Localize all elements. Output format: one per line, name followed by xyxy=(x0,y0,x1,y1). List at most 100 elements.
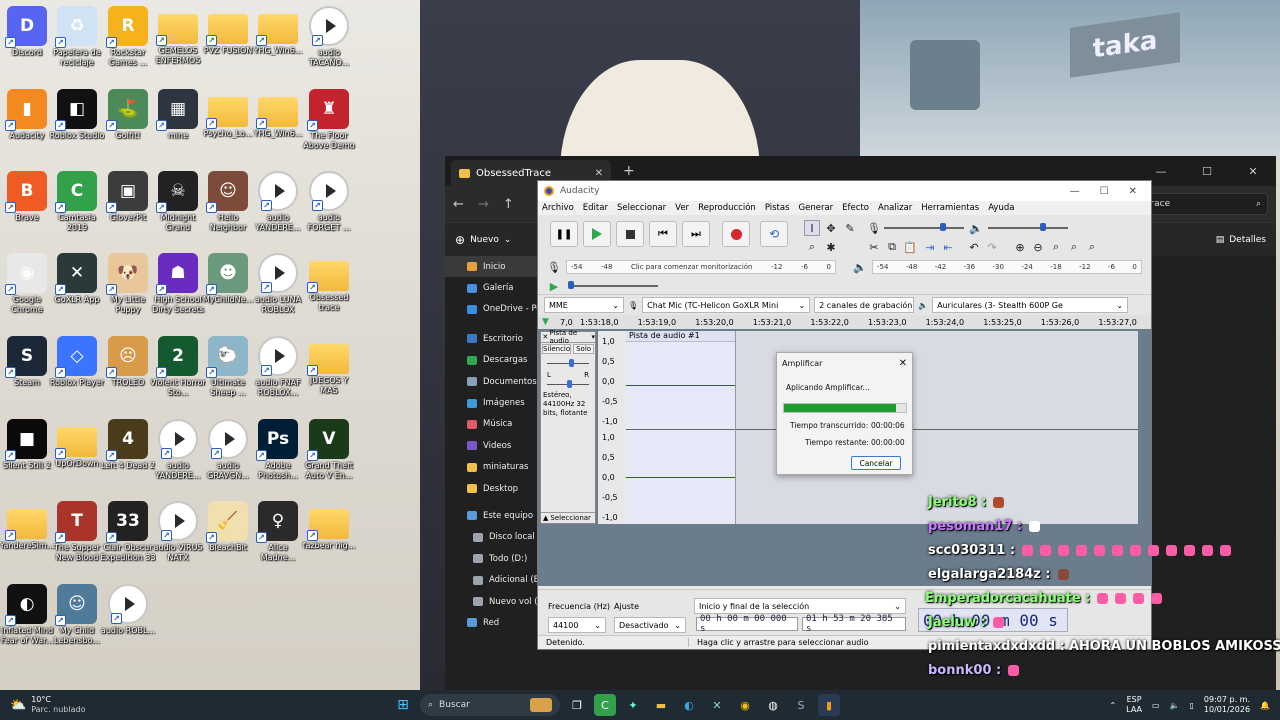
loop-button[interactable]: ⟲ xyxy=(760,221,788,247)
obs-icon[interactable]: ◍ xyxy=(762,694,784,716)
desktop-icon[interactable]: ☹ ↗ TROLEO xyxy=(103,336,153,388)
play-at-speed-icon[interactable]: ▶ xyxy=(546,278,562,294)
desktop-icon[interactable]: ⛳ ↗ GolfIt! xyxy=(103,89,153,141)
selection-start-time[interactable]: 00 h 00 m 00 000 s xyxy=(696,614,798,634)
cut-icon[interactable]: ✂ xyxy=(866,239,882,255)
chevron-down-icon[interactable]: ▾ xyxy=(591,333,595,341)
undo-icon[interactable]: ↶ xyxy=(966,239,982,255)
solo-button[interactable]: Solo xyxy=(573,344,594,354)
draw-tool-icon[interactable]: ✎ xyxy=(842,220,858,236)
task-view-icon[interactable]: ❐ xyxy=(566,694,588,716)
desktop-icon[interactable]: ↗ GEMELOS ENFERMOS xyxy=(153,6,203,66)
start-icon[interactable]: ⊞ xyxy=(392,694,414,716)
desktop-icon[interactable]: ↗ audio TACAÑO... xyxy=(304,6,354,68)
desktop-icon[interactable]: ↗ audio FNAF ROBLOX... xyxy=(253,336,303,398)
sidebar-item[interactable]: Videos xyxy=(445,435,541,456)
desktop-icon[interactable]: ☻ ↗ MyChildNe... xyxy=(203,253,253,305)
skip-end-button[interactable]: ⏭ xyxy=(682,221,710,247)
sidebar-item[interactable]: Imágenes xyxy=(445,392,541,413)
network-icon[interactable]: ▭ xyxy=(1152,701,1160,710)
sidebar-item[interactable]: Adicional (E:) xyxy=(445,569,541,590)
desktop-icon[interactable]: ↗ YHG_Win6... xyxy=(253,6,303,56)
new-button[interactable]: ⊕ Nuevo ⌄ xyxy=(455,233,511,247)
minimize-icon[interactable]: — xyxy=(1070,186,1080,197)
desktop-icon[interactable]: C ↗ Camtasia 2019 xyxy=(52,171,102,233)
pan-slider[interactable] xyxy=(547,379,589,389)
redo-icon[interactable]: ↷ xyxy=(984,239,1000,255)
zoom-in-icon[interactable]: ⊕ xyxy=(1012,239,1028,255)
close-icon[interactable]: ✕ xyxy=(1230,165,1276,178)
desktop-icon[interactable]: ↗ audio FORGET ... xyxy=(304,171,354,233)
close-icon[interactable]: ✕ xyxy=(899,358,907,369)
language-code[interactable]: ESP xyxy=(1126,695,1142,705)
fit-project-icon[interactable]: ⌕ xyxy=(1066,239,1082,255)
audio-host-dropdown[interactable]: MME ⌄ xyxy=(544,297,624,313)
desktop-icon[interactable]: ↗ YandereSim... xyxy=(0,501,54,551)
tray-chevron-icon[interactable]: ⌃ xyxy=(1109,701,1116,710)
weather-widget[interactable]: ⛅ 10°C Parc. nublado xyxy=(0,695,120,715)
menu-item[interactable]: Archivo xyxy=(542,203,574,213)
desktop-icon[interactable]: ■ ↗ Silent Still 2 xyxy=(2,419,52,471)
close-track-icon[interactable]: ✕ xyxy=(541,333,550,341)
clock-time[interactable]: 09:07 p. m. xyxy=(1204,695,1250,705)
desktop-icon[interactable]: ↗ audio YANDERE... xyxy=(153,419,203,481)
desktop-icon[interactable]: ☺ ↗ My Child Lebensbo... xyxy=(52,584,102,646)
cancel-button[interactable]: Cancelar xyxy=(851,456,901,470)
back-arrow-icon[interactable]: ← xyxy=(453,197,464,212)
desktop-icon[interactable]: ▮ ↗ Audacity xyxy=(2,89,52,141)
multi-tool-icon[interactable]: ✱ xyxy=(823,239,839,255)
desktop-icon[interactable]: ◐ ↗ Inflated Mind Fear of War... xyxy=(1,584,53,646)
desktop-icon[interactable]: Ps ↗ Adobe Photosh... xyxy=(253,419,303,481)
desktop-icon[interactable]: 🐶 ↗ My Little Puppy xyxy=(103,253,153,315)
copilot-icon[interactable]: ✦ xyxy=(622,694,644,716)
recording-device-dropdown[interactable]: Chat Mic (TC-Helicon GoXLR Mini ⌄ xyxy=(642,297,811,313)
notification-bell-icon[interactable]: 🔔 xyxy=(1260,701,1270,710)
sidebar-item[interactable]: Descargas xyxy=(445,350,541,371)
sidebar-item[interactable]: OneDrive - Personal xyxy=(445,299,541,320)
menu-item[interactable]: Herramientas xyxy=(921,203,979,213)
sidebar-item[interactable]: Galería xyxy=(445,277,541,298)
sidebar-item[interactable]: Todo (D:) xyxy=(445,548,541,569)
desktop-icon[interactable]: ↗ audio VIRUS NATX xyxy=(153,501,203,563)
channels-dropdown[interactable]: 2 canales de grabación (Ster⌄ xyxy=(814,297,915,313)
fit-selection-icon[interactable]: ⌕ xyxy=(1048,239,1064,255)
menu-item[interactable]: Efecto xyxy=(842,203,869,213)
desktop-icon[interactable]: ↗ Obsessed trace xyxy=(304,253,354,313)
pause-button[interactable]: ❚❚ xyxy=(550,221,578,247)
zoom-out-icon[interactable]: ⊖ xyxy=(1030,239,1046,255)
menu-item[interactable]: Analizar xyxy=(878,203,912,213)
desktop-icon[interactable]: ◉ ↗ Google Chrome xyxy=(2,253,52,315)
zoom-tool-icon[interactable]: ⌕ xyxy=(804,239,820,255)
menu-item[interactable]: Seleccionar xyxy=(617,203,666,213)
sidebar-item[interactable]: Red xyxy=(445,612,541,633)
playback-meter[interactable]: -54 -48 -42 -36 -30 -24 -18 -12 -6 0 xyxy=(872,260,1142,274)
menu-item[interactable]: Editar xyxy=(583,203,608,213)
maximize-icon[interactable]: ☐ xyxy=(1184,165,1230,178)
desktop-icon[interactable]: ↗ audio GRAVGN... xyxy=(203,419,253,481)
desktop-icon[interactable]: 2 ↗ Violent Horror Sto... xyxy=(150,336,206,398)
record-button[interactable] xyxy=(722,221,750,247)
minimize-icon[interactable]: — xyxy=(1138,165,1184,178)
sidebar-item[interactable]: Inicio xyxy=(445,256,541,278)
play-volume-slider[interactable] xyxy=(988,223,1068,231)
desktop-icon[interactable]: ♜ ↗ The Floor Above Demo xyxy=(303,89,355,151)
skip-start-button[interactable]: ⏮ xyxy=(649,221,677,247)
playback-device-dropdown[interactable]: Auriculares (3- Stealth 600P Ge ⌄ xyxy=(932,297,1129,313)
gain-slider[interactable] xyxy=(547,358,589,368)
desktop-icon[interactable]: 🧹 ↗ BleachBit xyxy=(203,501,253,553)
play-speed-slider[interactable] xyxy=(568,281,658,289)
up-arrow-icon[interactable]: ↑ xyxy=(503,197,514,212)
edge-icon[interactable]: ◐ xyxy=(678,694,700,716)
battery-icon[interactable]: ▯ xyxy=(1190,701,1194,710)
sidebar-item[interactable]: Documentos xyxy=(445,371,541,392)
desktop-icon[interactable]: ↗ audio ROBL... xyxy=(101,584,155,636)
desktop-icon[interactable]: ↗ JUEGOS Y MAS xyxy=(304,336,354,396)
close-icon[interactable]: ✕ xyxy=(1129,186,1137,197)
desktop-icon[interactable]: ☗ ↗ High School Dirty Secrets xyxy=(152,253,204,315)
chrome-taskbar-icon[interactable]: ◉ xyxy=(734,694,756,716)
audacity-taskbar-icon[interactable]: ▮ xyxy=(818,694,840,716)
menu-item[interactable]: Reproducción xyxy=(698,203,756,213)
selection-tool-icon[interactable]: I xyxy=(804,220,820,236)
desktop-icon[interactable]: ↗ YHG_Win6... xyxy=(253,89,303,139)
desktop-icon[interactable]: T ↗ The Supper New Blood xyxy=(52,501,102,563)
